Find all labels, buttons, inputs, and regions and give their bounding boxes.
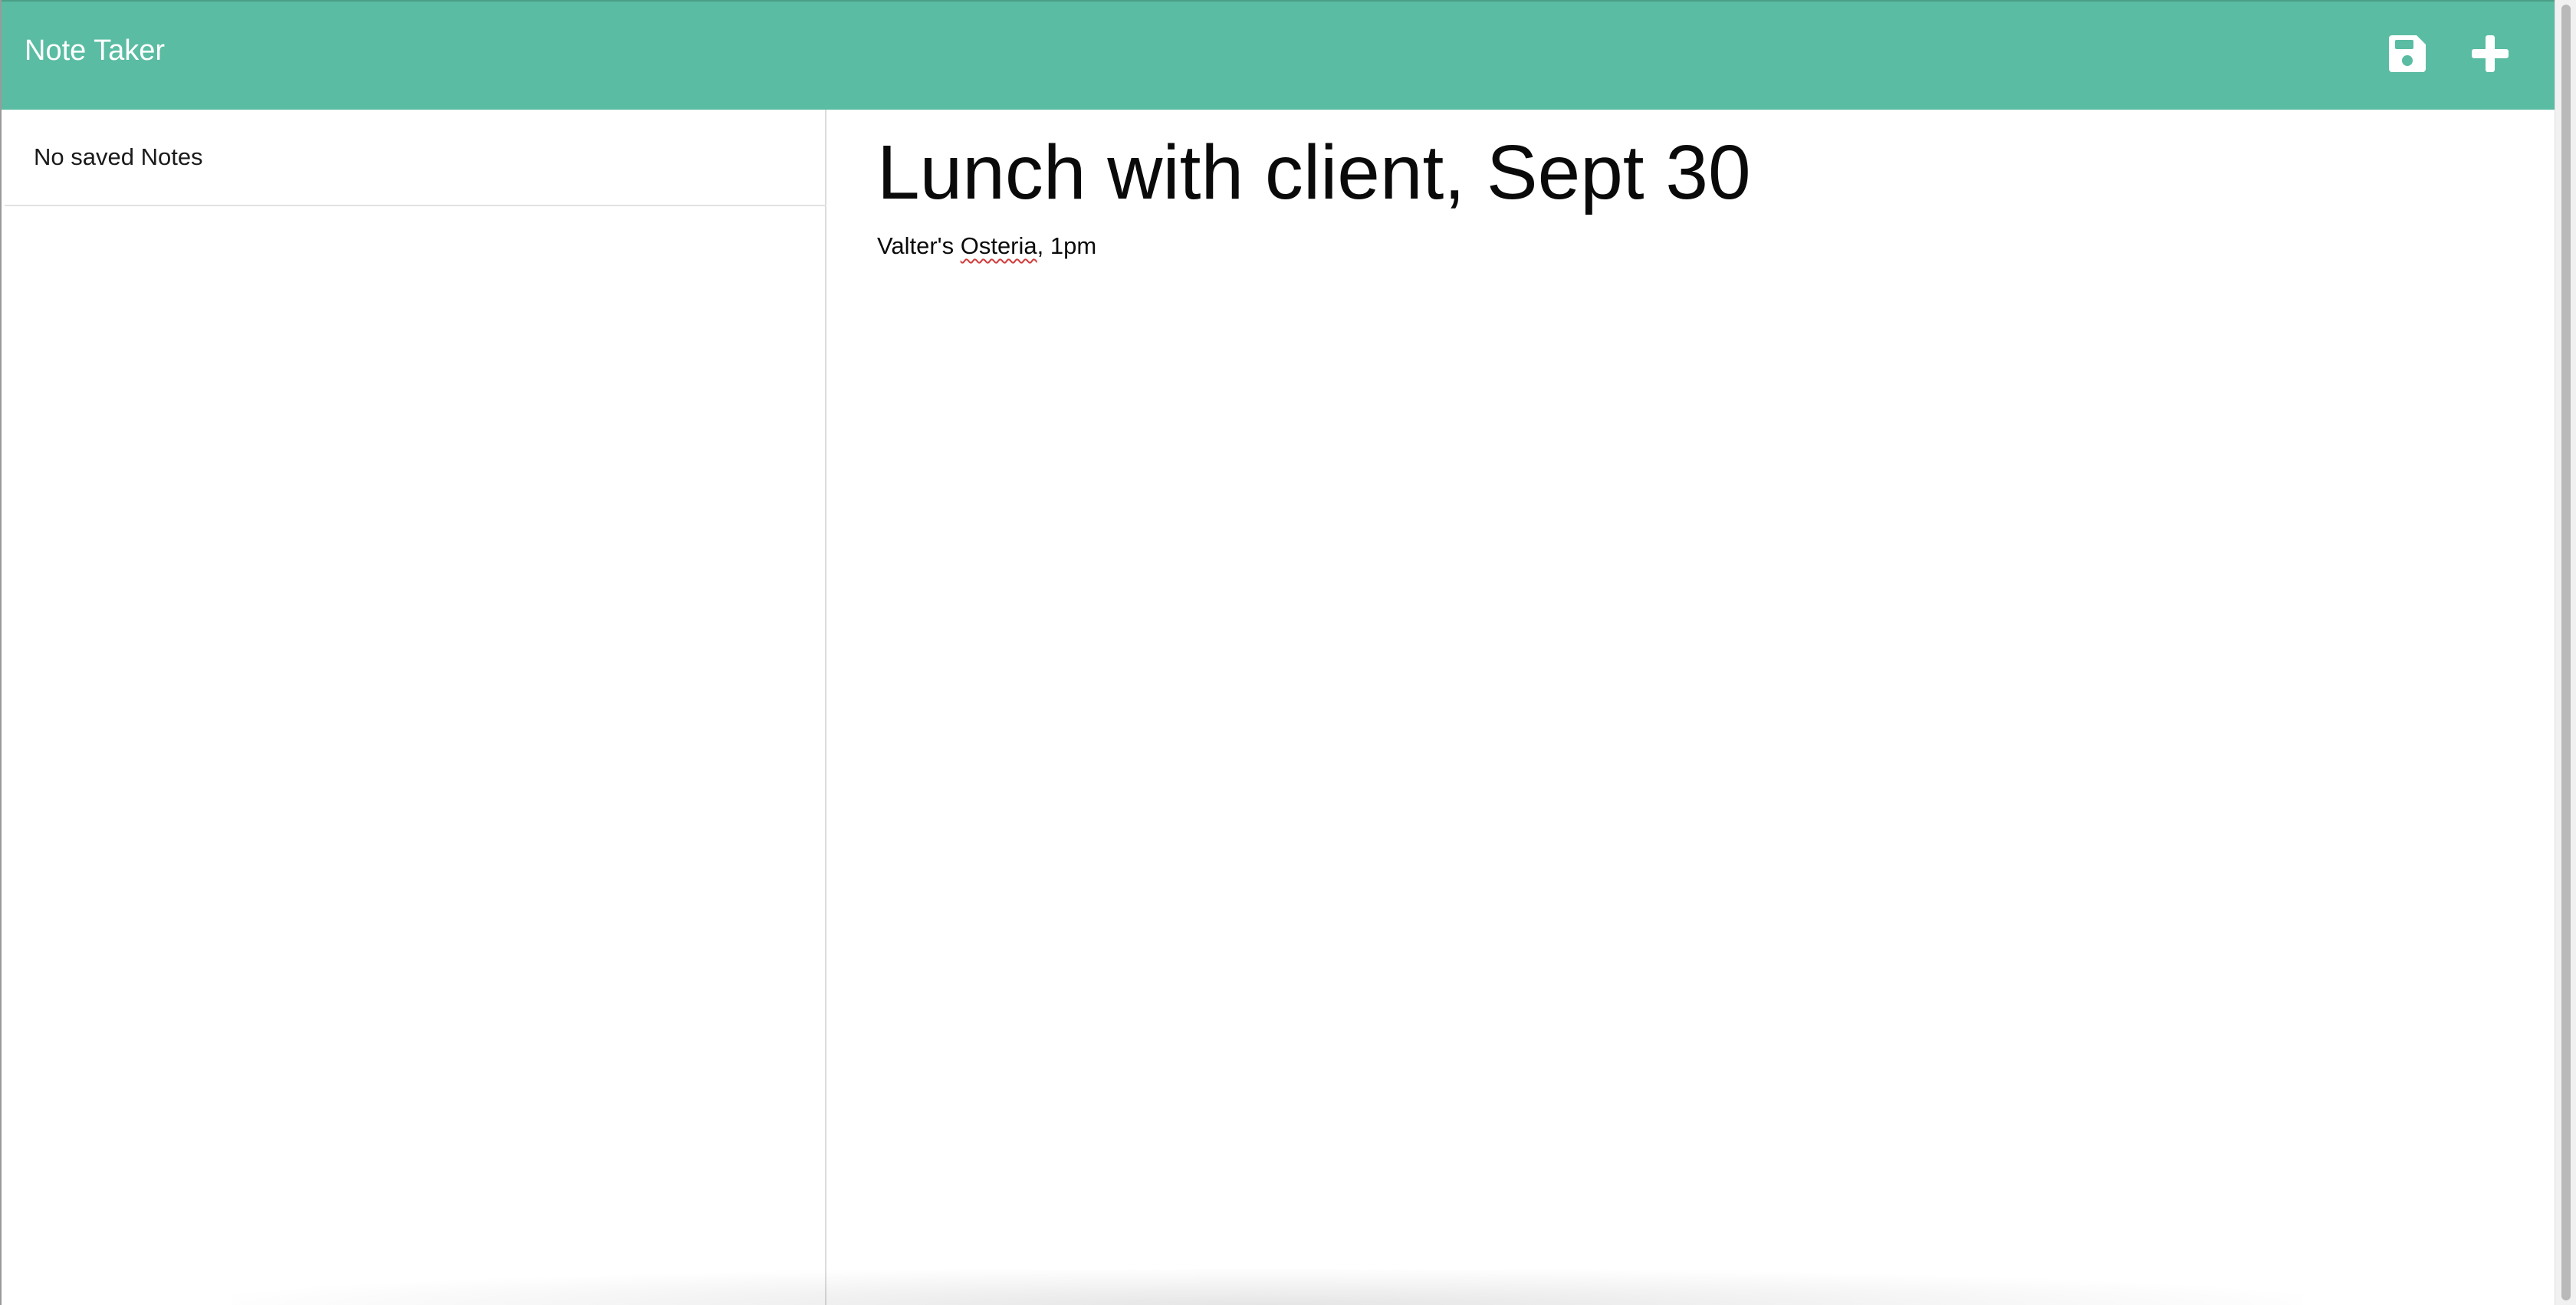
note-body-text-start: Valter's [877, 232, 961, 259]
note-title-input[interactable]: Lunch with client, Sept 30 [877, 127, 2487, 219]
note-editor: Lunch with client, Sept 30 Valter's Oste… [828, 110, 2555, 1305]
note-body-textarea[interactable]: Valter's Osteria, 1pm [877, 232, 1096, 260]
save-note-button[interactable] [2386, 32, 2429, 75]
notes-sidebar: No saved Notes [2, 110, 826, 1305]
note-body-text-end: , 1pm [1037, 232, 1097, 259]
plus-icon [2472, 35, 2509, 72]
page-scrollbar[interactable] [2555, 0, 2576, 1305]
app-title[interactable]: Note Taker [25, 35, 165, 67]
empty-notes-label: No saved Notes [34, 143, 203, 170]
scrollbar-thumb[interactable] [2561, 5, 2571, 1300]
new-note-button[interactable] [2469, 32, 2512, 75]
app-window: Note Taker No saved Notes Lunch with cli… [0, 0, 2555, 1305]
save-icon [2389, 35, 2426, 72]
list-item: No saved Notes [5, 110, 826, 206]
misspelled-word: Osteria [960, 232, 1037, 259]
navbar: Note Taker [2, 0, 2555, 110]
